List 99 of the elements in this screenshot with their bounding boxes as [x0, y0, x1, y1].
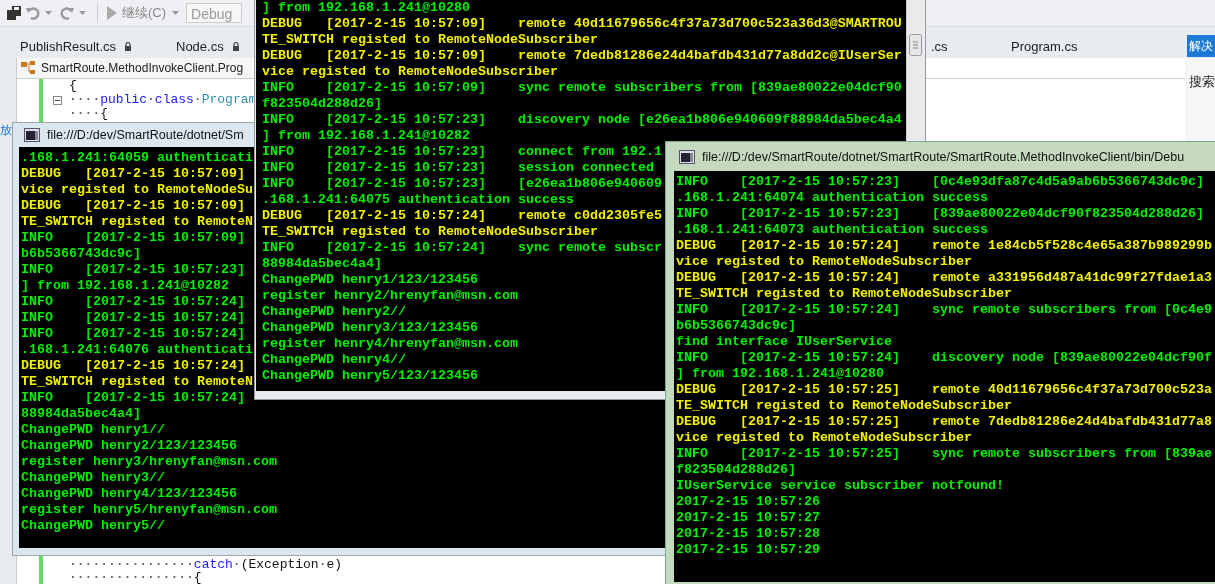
console-line: 2017-2-15 10:57:28	[676, 526, 820, 542]
document-tab[interactable]: PublishResult.cs	[16, 35, 172, 57]
code-line: ····{	[69, 107, 109, 121]
side-tab-label[interactable]: 放	[0, 123, 12, 137]
console-line: ChangePWD henry5/123/123456	[262, 368, 478, 384]
console-line: INFO [2017-2-15 10:57:24]	[21, 326, 245, 342]
console-line: TE_SWITCH registed to RemoteN	[21, 214, 253, 230]
console-line: ChangePWD henry2//	[262, 304, 406, 320]
console-line: INFO [2017-2-15 10:57:23] [839ae80022e04dcf90f823504d288d26]	[676, 206, 1204, 222]
console-line: vice registed to RemoteNodeSu	[21, 182, 253, 198]
console-line: b6b5366743dc9c]	[676, 318, 796, 334]
console-line: INFO [2017-2-15 10:57:23] [e26ea1b806e940609	[262, 176, 662, 192]
console-line: register henry5/hrenyfan@msn.com	[21, 502, 277, 518]
console-line: INFO [2017-2-15 10:57:23] connect from 192.1	[262, 144, 662, 160]
code-line: {	[69, 79, 77, 93]
console-line: register henry4/hrenyfan@msn.com	[262, 336, 518, 352]
console-line: 88984da5bec4a4]	[21, 406, 141, 422]
console-line: INFO [2017-2-15 10:57:23] [0c4e93dfa87c4d5a9ab6b5366743dc9c]	[676, 174, 1204, 190]
console-line: INFO [2017-2-15 10:57:24] sync remote subscr	[262, 240, 662, 256]
console-line: .168.1.241:64074 authentication success	[676, 190, 988, 206]
console-line: register henry2/hrenyfan@msn.com	[262, 288, 518, 304]
console-line: DEBUG [2017-2-15 10:57:25] remote 40d11679656c4f37a73d700c523a	[676, 382, 1212, 398]
console-line: .168.1.241:64075 authentication success	[262, 192, 574, 208]
caret-icon[interactable]	[45, 11, 52, 15]
console-line: INFO [2017-2-15 10:57:25] sync remote subscribers from [839ae	[676, 446, 1212, 462]
console-line: ChangePWD henry3//	[21, 470, 165, 486]
console-line: 2017-2-15 10:57:27	[676, 510, 820, 526]
navigation-bar[interactable]: SmartRoute.MethodInvokeClient.Prog	[17, 58, 253, 78]
console-line: DEBUG [2017-2-15 10:57:24] remote c0dd2305fe5	[262, 208, 662, 224]
document-tab[interactable]: .cs	[927, 35, 1007, 57]
console-line: IUserService service subscriber notfound!	[676, 478, 1004, 494]
console-line: INFO [2017-2-15 10:57:24]	[21, 310, 245, 326]
window-title: file:///D:/dev/SmartRoute/dotnet/Sm	[47, 128, 244, 142]
console-line: vice registed to RemoteNodeSubscriber	[676, 254, 972, 270]
console-line: ChangePWD henry2/123/123456	[21, 438, 237, 454]
code-line: ················catch·(Exception·e)	[69, 558, 343, 571]
console-line: .168.1.241:64073 authentication success	[676, 222, 988, 238]
save-all-icon[interactable]	[6, 5, 22, 21]
console-line: INFO [2017-2-15 10:57:24]	[21, 390, 245, 406]
console-line: f823504d288d26]	[676, 462, 796, 478]
console-line: 2017-2-15 10:57:26	[676, 494, 820, 510]
window-title: file:///D:/dev/SmartRoute/dotnet/SmartRoute/SmartRoute.MethodInvokeClient/bin/Debu	[702, 149, 1185, 164]
console-line: TE_SWITCH registed to RemoteNodeSubscriber	[262, 32, 598, 48]
search-label: 搜索	[1189, 74, 1215, 89]
console-line: TE_SWITCH registed to RemoteNodeSubscriber	[676, 286, 1012, 302]
console-line: vice registed to RemoteNodeSubscriber	[262, 64, 558, 80]
solution-explorer-tab[interactable]: 解决	[1187, 35, 1215, 57]
code-line: ················{	[69, 571, 202, 584]
class-icon	[21, 61, 37, 75]
console-line: ChangePWD henry5//	[21, 518, 165, 534]
caret-icon[interactable]	[172, 11, 180, 15]
console-line: register henry3/hrenyfan@msn.com	[21, 454, 277, 470]
play-icon	[107, 6, 117, 20]
console-line: INFO [2017-2-15 10:57:24]	[21, 294, 245, 310]
console-line: ] from 192.168.1.241@10282	[21, 278, 229, 294]
redo-icon[interactable]	[59, 5, 75, 21]
breadcrumb-text: SmartRoute.MethodInvokeClient.Prog	[41, 61, 244, 75]
console-line: find interface IUserService	[676, 334, 892, 350]
console-line: INFO [2017-2-15 10:57:24] discovery node [839ae80022e04dcf90f	[676, 350, 1212, 366]
console-icon	[679, 149, 695, 164]
console-line: DEBUG [2017-2-15 10:57:24] remote a331956d487a41dc99f27fdae1a3	[676, 270, 1212, 286]
console-line: DEBUG [2017-2-15 10:57:24]	[21, 358, 245, 374]
console-line: ChangePWD henry1//	[21, 422, 165, 438]
console-line: ChangePWD henry4//	[262, 352, 406, 368]
console-line: ChangePWD henry1/123/123456	[262, 272, 478, 288]
console-line: 2017-2-15 10:57:29	[676, 542, 820, 558]
console-line: ] from 192.168.1.241@10280	[262, 0, 470, 16]
console-line: .168.1.241:64059 authenticati	[21, 150, 253, 166]
console-line: INFO [2017-2-15 10:57:09] sync remote subscribers from [839ae80022e04dcf90	[262, 80, 902, 96]
console-line: DEBUG [2017-2-15 10:57:09]	[21, 198, 245, 214]
collapse-icon[interactable]	[53, 96, 62, 105]
console-line: INFO [2017-2-15 10:57:24] sync remote subscribers from [0c4e9	[676, 302, 1212, 318]
document-tab[interactable]: Program.cs	[1007, 35, 1107, 57]
scrollbar[interactable]	[906, 0, 923, 140]
console-line: b6b5366743dc9c]	[21, 246, 141, 262]
caret-icon[interactable]	[79, 11, 86, 15]
console-line: DEBUG [2017-2-15 10:57:09]	[21, 166, 245, 182]
console-line: .168.1.241:64076 authenticati	[21, 342, 253, 358]
console-line: INFO [2017-2-15 10:57:23]	[21, 262, 245, 278]
document-tab[interactable]: Node.cs	[172, 35, 248, 57]
console-line: INFO [2017-2-15 10:57:23] discovery node [e26ea1b806e940609f88984da5bec4a4	[262, 112, 902, 128]
console-line: TE_SWITCH registed to RemoteNodeSubscriber	[262, 224, 598, 240]
console-line: INFO [2017-2-15 10:57:09]	[21, 230, 245, 246]
console-line: DEBUG [2017-2-15 10:57:09] remote 40d11679656c4f37a73d700c523a36d3@SMARTROU	[262, 16, 902, 32]
scrollbar-thumb[interactable]	[908, 34, 922, 56]
console-line: f823504d288d26]	[262, 96, 382, 112]
console-line: 88984da5bec4a4]	[262, 256, 382, 272]
console-line: TE_SWITCH registed to RemoteNodeSubscriber	[676, 398, 1012, 414]
console-line: DEBUG [2017-2-15 10:57:24] remote 1e84cb5f528c4e65a387b989299b	[676, 238, 1212, 254]
console-line: ] from 192.168.1.241@10282	[262, 128, 470, 144]
console-icon	[24, 128, 40, 142]
console-line: ChangePWD henry4/123/123456	[21, 486, 237, 502]
console-line: DEBUG [2017-2-15 10:57:25] remote 7dedb81286e24d4bafdb431d77a8	[676, 414, 1212, 430]
console-line: INFO [2017-2-15 10:57:23] session connected	[262, 160, 654, 176]
console-line: vice registed to RemoteNodeSubscriber	[676, 430, 972, 446]
console-line: TE_SWITCH registed to RemoteN	[21, 374, 253, 390]
console-line: ] from 192.168.1.241@10280	[676, 366, 884, 382]
console-line: ChangePWD henry3/123/123456	[262, 320, 478, 336]
console-line: DEBUG [2017-2-15 10:57:09] remote 7dedb81286e24d4bafdb431d77a8dd2c@IUserSer	[262, 48, 902, 64]
